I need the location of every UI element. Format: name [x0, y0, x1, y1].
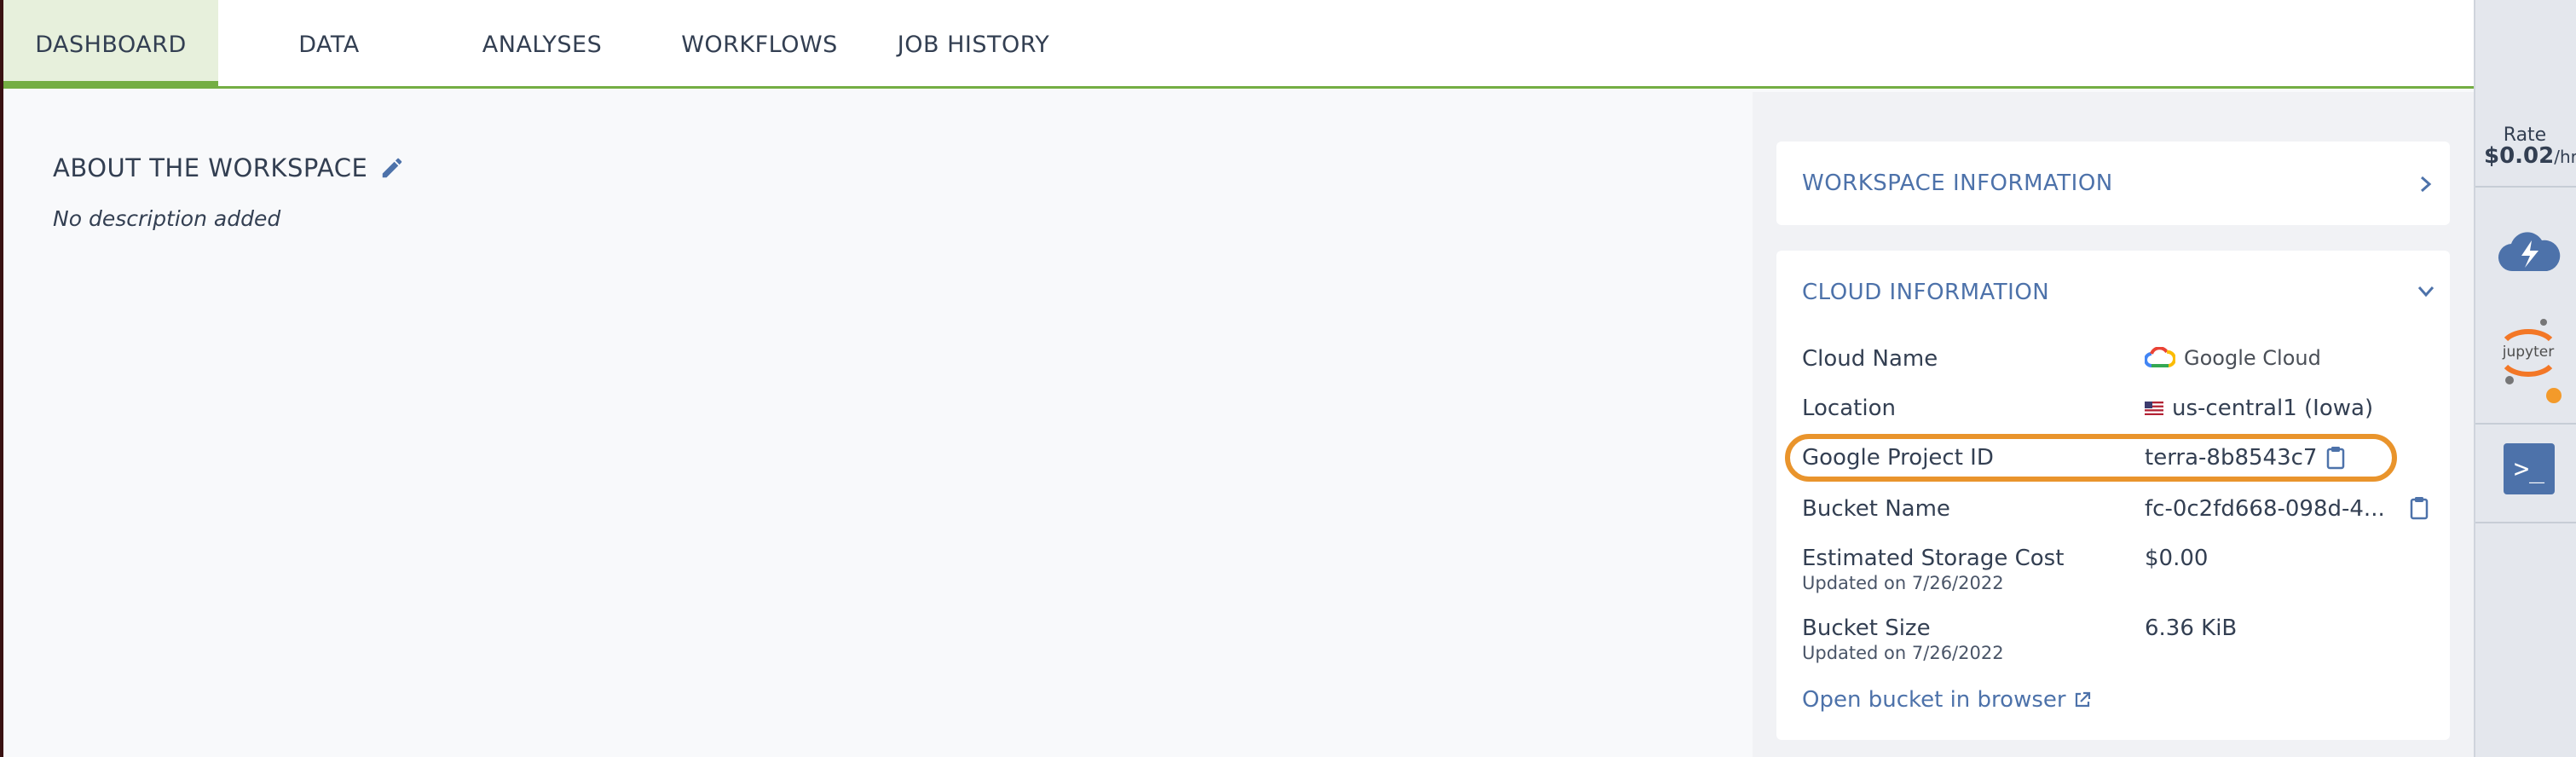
tab-data[interactable]: DATA [244, 0, 414, 89]
us-flag-icon [2145, 402, 2163, 415]
location-value: us-central1 (Iowa) [2145, 396, 2373, 421]
cloud-information-card: CLOUD INFORMATION Cloud Name Google Clou… [1776, 251, 2450, 740]
bucket-size-value: 6.36 KiB [2145, 615, 2238, 641]
open-bucket-link-text[interactable]: Open bucket in browser [1802, 687, 2066, 713]
about-title-text: ABOUT THE WORKSPACE [53, 153, 368, 182]
tab-workflows[interactable]: WORKFLOWS [670, 0, 849, 89]
bucket-name-value: fc-0c2fd668-098d-4... [2145, 496, 2385, 522]
window-left-edge [0, 0, 3, 757]
chevron-right-icon[interactable] [2417, 174, 2434, 194]
external-link-icon[interactable] [2073, 691, 2092, 709]
cloud-environment-icon[interactable] [2498, 228, 2561, 274]
edit-pencil-icon[interactable] [379, 155, 405, 181]
storage-cost-label: Estimated Storage Cost [1802, 546, 2065, 571]
google-cloud-logo-icon [2145, 347, 2175, 367]
location-label: Location [1802, 396, 1896, 421]
rate-amount: $0.02 [2484, 143, 2555, 169]
workspace-information-title: WORKSPACE INFORMATION [1802, 170, 2113, 196]
project-id-highlight-annotation [1785, 434, 2397, 482]
tab-analyses[interactable]: ANALYSES [457, 0, 627, 89]
rate-value: $0.02/hr [2484, 143, 2576, 169]
rate-unit: /hr [2554, 147, 2576, 167]
sidebar-divider [2475, 423, 2576, 425]
bucket-name-text: fc-0c2fd668-098d-4... [2145, 496, 2385, 522]
bucket-name-label: Bucket Name [1802, 496, 1950, 522]
tab-dashboard[interactable]: DASHBOARD [3, 0, 218, 89]
storage-cost-updated: Updated on 7/26/2022 [1802, 573, 2004, 593]
bucket-size-label: Bucket Size [1802, 615, 1931, 641]
cloud-information-title: CLOUD INFORMATION [1802, 280, 2050, 305]
sidebar-divider [2475, 186, 2576, 188]
sidebar-divider [2475, 522, 2576, 523]
open-bucket-link[interactable]: Open bucket in browser [1802, 687, 2092, 713]
tab-job-history[interactable]: JOB HISTORY [887, 0, 1060, 89]
jupyter-icon[interactable]: jupyter [2498, 315, 2559, 387]
cloud-name-text: Google Cloud [2184, 346, 2321, 370]
location-text: us-central1 (Iowa) [2172, 396, 2374, 421]
terminal-icon[interactable]: >_ [2504, 443, 2555, 494]
about-workspace-heading: ABOUT THE WORKSPACE [53, 153, 405, 182]
cloud-name-label: Cloud Name [1802, 346, 1938, 372]
chevron-down-icon[interactable] [2416, 283, 2436, 300]
workspace-information-card[interactable]: WORKSPACE INFORMATION [1776, 142, 2450, 225]
status-dot [2546, 388, 2562, 403]
bucket-size-updated: Updated on 7/26/2022 [1802, 643, 2004, 663]
storage-cost-value: $0.00 [2145, 546, 2209, 571]
about-description: No description added [53, 206, 281, 231]
jupyter-label: jupyter [2502, 344, 2554, 361]
cloud-name-value: Google Cloud [2145, 346, 2321, 370]
top-navigation: DASHBOARD DATA ANALYSES WORKFLOWS JOB HI… [3, 0, 2474, 89]
copy-clipboard-icon[interactable] [2409, 496, 2429, 520]
